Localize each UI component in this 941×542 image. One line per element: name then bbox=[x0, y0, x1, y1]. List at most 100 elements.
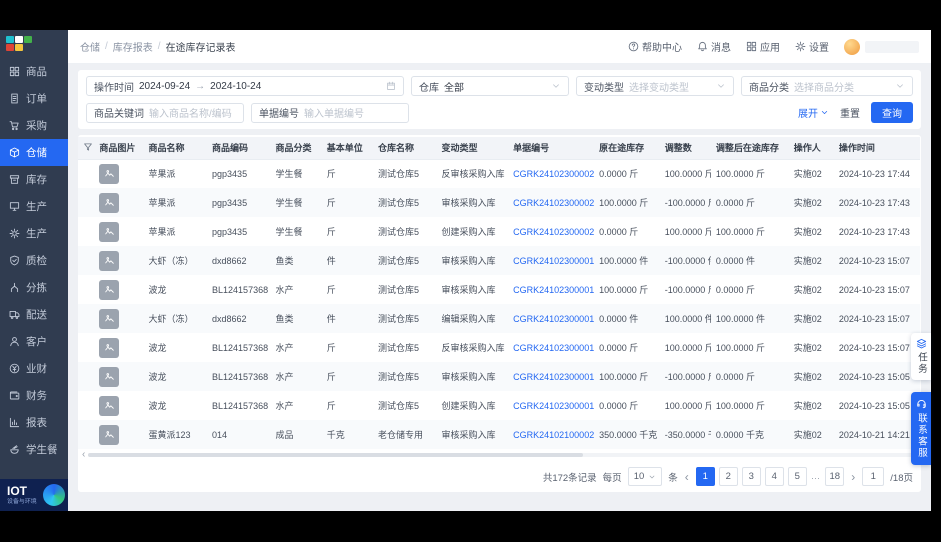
time-cell: 2024-10-23 17:44 bbox=[838, 168, 910, 179]
sidebar-item-label: 库存 bbox=[26, 174, 47, 186]
chevron-down-icon bbox=[895, 81, 905, 91]
user-menu[interactable] bbox=[844, 38, 919, 55]
sidebar-item-customers[interactable]: 客户 bbox=[0, 328, 68, 355]
product-image-placeholder bbox=[99, 279, 120, 300]
task-float-button[interactable]: 任务 bbox=[911, 333, 931, 380]
doc-no-link[interactable]: CGRK24102300002 bbox=[513, 227, 594, 237]
product-name-cell: 波龙 bbox=[148, 285, 167, 295]
sidebar-item-goods[interactable]: 商品 bbox=[0, 58, 68, 85]
chevron-down-icon bbox=[648, 473, 656, 481]
category-cell: 鱼类 bbox=[270, 304, 322, 333]
page-button-1[interactable]: 1 bbox=[695, 467, 715, 486]
unit-cell: 千克 bbox=[321, 420, 373, 449]
date-range-picker[interactable]: 操作时间 2024-09-24 → 2024-10-24 bbox=[86, 76, 404, 96]
customer-service-float-button[interactable]: 联系客服 bbox=[911, 392, 931, 465]
help-center-button[interactable]: 帮助中心 bbox=[628, 39, 682, 54]
chevron-down-icon bbox=[820, 108, 829, 117]
doc-no-link[interactable]: CGRK24102300002 bbox=[513, 169, 594, 179]
row-select-cell bbox=[78, 420, 95, 449]
image-icon bbox=[104, 197, 115, 208]
column-filter-header[interactable] bbox=[78, 137, 95, 160]
date-separator: → bbox=[195, 80, 206, 92]
category-select[interactable]: 商品分类 选择商品分类 bbox=[741, 76, 913, 96]
sidebar-item-orders[interactable]: 订单 bbox=[0, 85, 68, 112]
warehouse-cell: 老仓储专用 bbox=[372, 420, 437, 449]
doc-no-link[interactable]: CGRK24102300001 bbox=[513, 401, 594, 411]
sidebar-item-quality-check[interactable]: 质检 bbox=[0, 247, 68, 274]
sidebar-item-production[interactable]: 生产 bbox=[0, 193, 68, 220]
time-cell: 2024-10-23 15:07 bbox=[833, 246, 920, 275]
change-type-cell: 审核采购入库 bbox=[436, 246, 509, 275]
sidebar-item-student-meals[interactable]: 学生餐 bbox=[0, 436, 68, 463]
sidebar-item-inventory[interactable]: 库存 bbox=[0, 166, 68, 193]
product-image-placeholder bbox=[99, 424, 120, 445]
page-button-3[interactable]: 3 bbox=[741, 467, 761, 486]
search-button[interactable]: 查询 bbox=[871, 102, 913, 123]
iot-logo: IOT 设备与环境 bbox=[0, 479, 68, 511]
date-start-value: 2024-09-24 bbox=[139, 80, 191, 92]
sidebar-item-finance[interactable]: 财务 bbox=[0, 382, 68, 409]
product-name-cell: 波龙 bbox=[148, 401, 167, 411]
breadcrumb-item[interactable]: 仓储 bbox=[80, 39, 100, 54]
product-name-cell: 蛋黄派123 bbox=[143, 420, 208, 449]
filter-actions: 展开 重置 查询 bbox=[798, 102, 913, 123]
sidebar-item-production-2[interactable]: 生产 bbox=[0, 220, 68, 247]
page-button-5[interactable]: 5 bbox=[787, 467, 807, 486]
breadcrumb-item[interactable]: 库存报表 bbox=[113, 39, 153, 54]
sidebar-item-sorting[interactable]: 分拣 bbox=[0, 274, 68, 301]
product-image-placeholder bbox=[99, 395, 120, 416]
horizontal-scrollbar[interactable] bbox=[88, 453, 913, 457]
adjust-qty-cell: 100.0000 斤 bbox=[664, 227, 711, 237]
scrollbar-thumb[interactable] bbox=[88, 453, 584, 457]
category-cell: 水产 bbox=[270, 362, 322, 391]
topbar-actions: 帮助中心 消息 应用 设置 bbox=[628, 38, 919, 55]
next-page-button[interactable]: › bbox=[850, 471, 856, 483]
sidebar-item-purchasing[interactable]: 采购 bbox=[0, 112, 68, 139]
apps-button[interactable]: 应用 bbox=[746, 39, 780, 54]
product-image-placeholder bbox=[99, 337, 120, 358]
product-code-cell: BL124157368 bbox=[212, 342, 269, 353]
settings-button[interactable]: 设置 bbox=[795, 39, 829, 54]
sidebar-item-delivery[interactable]: 配送 bbox=[0, 301, 68, 328]
sidebar-item-business-finance[interactable]: 业财 bbox=[0, 355, 68, 382]
doc-no-link[interactable]: CGRK24102300001 bbox=[513, 256, 594, 266]
page-size-select[interactable]: 10 bbox=[627, 467, 663, 486]
doc-no-input[interactable]: 单据编号 输入单据编号 bbox=[251, 102, 409, 123]
doc-no-link[interactable]: CGRK24102300001 bbox=[513, 372, 594, 382]
page-button-2[interactable]: 2 bbox=[718, 467, 738, 486]
page-button-18[interactable]: 18 bbox=[825, 467, 845, 486]
doc-no-link[interactable]: CGRK24102300001 bbox=[513, 343, 594, 353]
category-cell: 鱼类 bbox=[270, 246, 322, 275]
row-select-cell bbox=[78, 362, 95, 391]
adjust-qty-cell: -100.0000 斤 bbox=[659, 188, 711, 217]
sidebar-menu: 商品 订单 采购 仓储 库存 生产 生产 质检 分拣 配送 客户 业财 财务 报… bbox=[0, 56, 68, 479]
warehouse-cell: 测试仓库5 bbox=[377, 227, 419, 237]
sidebar-item-reports[interactable]: 报表 bbox=[0, 409, 68, 436]
unit-cell: 斤 bbox=[326, 343, 336, 353]
doc-no-link[interactable]: CGRK24102300001 bbox=[513, 314, 594, 324]
doc-no-cell: CGRK24102300002 bbox=[508, 159, 594, 188]
prev-page-button[interactable]: ‹ bbox=[684, 471, 690, 483]
breadcrumb-current: 在途库存记录表 bbox=[165, 43, 236, 54]
change-type-cell: 审核采购入库 bbox=[436, 362, 509, 391]
warehouse-select[interactable]: 仓库 全部 bbox=[411, 76, 569, 96]
doc-no-cell: CGRK24102300001 bbox=[508, 391, 594, 420]
sidebar-item-warehouse[interactable]: 仓储 bbox=[0, 139, 68, 166]
reset-button[interactable]: 重置 bbox=[840, 105, 860, 120]
doc-no-link[interactable]: CGRK24102300002 bbox=[513, 198, 594, 208]
page-jump-input[interactable]: 1 bbox=[862, 467, 885, 486]
doc-no-link[interactable]: CGRK24102300001 bbox=[513, 285, 594, 295]
filter-label: 操作时间 bbox=[94, 82, 134, 94]
after-qty-cell: 100.0000 斤 bbox=[715, 169, 765, 180]
doc-no-link[interactable]: CGRK24102100002 bbox=[513, 430, 594, 440]
keyword-input[interactable]: 商品关键词 输入商品名称/编码 bbox=[86, 102, 244, 123]
change-type-select[interactable]: 变动类型 选择变动类型 bbox=[576, 76, 734, 96]
unit-cell: 斤 bbox=[326, 227, 336, 237]
warehouse-cell: 测试仓库5 bbox=[372, 304, 437, 333]
expand-toggle[interactable]: 展开 bbox=[798, 105, 829, 120]
calendar-icon bbox=[386, 81, 396, 91]
messages-button[interactable]: 消息 bbox=[697, 39, 731, 54]
help-icon bbox=[628, 41, 639, 52]
time-cell: 2024-10-23 15:05 bbox=[833, 362, 920, 391]
page-button-4[interactable]: 4 bbox=[764, 467, 784, 486]
